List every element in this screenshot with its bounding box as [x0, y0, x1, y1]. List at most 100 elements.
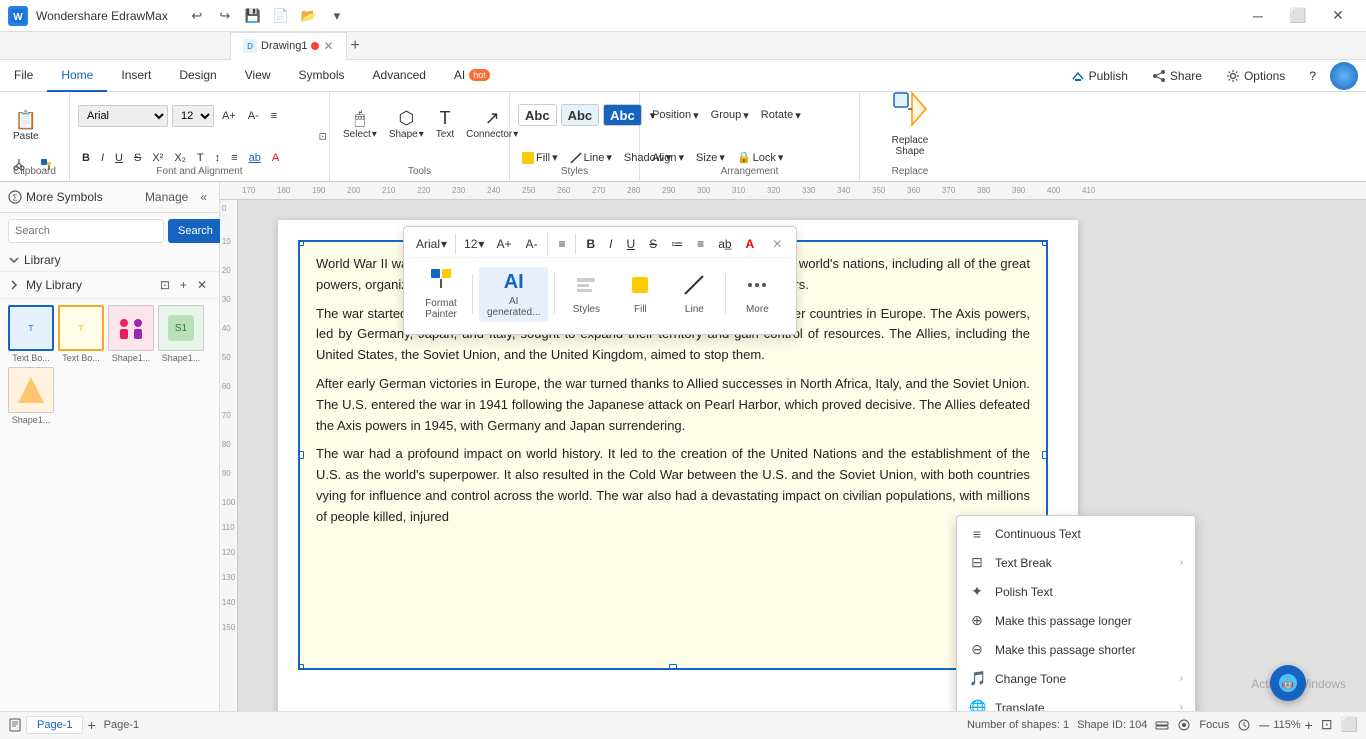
- ctx-make-shorter[interactable]: ⊖ Make this passage shorter: [957, 635, 1195, 664]
- resize-handle-mid-left[interactable]: [298, 451, 304, 459]
- shape-button[interactable]: ⬡ Shape ▾: [384, 96, 429, 152]
- format-painter-button[interactable]: FormatPainter: [416, 264, 466, 324]
- ctx-text-break[interactable]: ⊟ Text Break ›: [957, 548, 1195, 577]
- menu-tab-advanced[interactable]: Advanced: [359, 60, 440, 92]
- paste-button[interactable]: 📋 Paste: [8, 100, 44, 152]
- menu-tab-file[interactable]: File: [0, 60, 47, 92]
- fullscreen-button[interactable]: ⬜: [1341, 716, 1358, 733]
- styles-ft-button[interactable]: Styles: [561, 270, 611, 319]
- ft-italic-button[interactable]: I: [603, 233, 618, 255]
- publish-button[interactable]: Publish: [1061, 65, 1138, 87]
- sidebar-item-text-box-2[interactable]: T Text Bo...: [58, 305, 104, 363]
- resize-handle-top-right[interactable]: [1042, 240, 1048, 246]
- maximize-button[interactable]: ⬜: [1278, 0, 1318, 32]
- chat-assistant-button[interactable]: 🤖: [1270, 665, 1306, 701]
- close-button[interactable]: ✕: [1318, 0, 1358, 32]
- more-ft-button[interactable]: More: [732, 270, 782, 319]
- fill-ft-button[interactable]: Fill: [615, 270, 665, 319]
- font-size-select[interactable]: 10 11 12 14 16: [172, 105, 214, 127]
- polish-text-icon: ✦: [969, 583, 985, 600]
- zoom-out-button[interactable]: ─: [1259, 717, 1269, 733]
- font-size-increase-button[interactable]: A+: [218, 105, 240, 127]
- ai-generated-button[interactable]: AI AIgenerated...: [479, 267, 548, 322]
- ribbon-clipboard-group: 📋 Paste Clipboard: [0, 92, 70, 181]
- ft-align-button[interactable]: ≡: [552, 233, 571, 255]
- menu-tab-insert[interactable]: Insert: [107, 60, 165, 92]
- ctx-make-longer[interactable]: ⊕ Make this passage longer: [957, 606, 1195, 635]
- collapse-sidebar-button[interactable]: «: [196, 188, 211, 206]
- sidebar-item-shape-2[interactable]: S1 Shape1...: [158, 305, 204, 363]
- add-page-button[interactable]: +: [87, 717, 95, 733]
- ft-underline-button[interactable]: U: [620, 233, 641, 255]
- options-button[interactable]: Options: [1216, 65, 1295, 87]
- sidebar-item-shape-3[interactable]: Shape1...: [8, 367, 54, 425]
- ctx-change-tone[interactable]: 🎵 Change Tone ›: [957, 664, 1195, 693]
- ctx-translate[interactable]: 🌐 Translate ›: [957, 693, 1195, 711]
- translate-icon: 🌐: [969, 699, 985, 711]
- menubar: File Home Insert Design View Symbols Adv…: [0, 60, 1366, 92]
- select-button[interactable]: 🖱 Select ▾: [338, 96, 382, 152]
- library-expand-button[interactable]: ⊡: [156, 276, 174, 294]
- help-button[interactable]: ?: [1299, 65, 1326, 87]
- canvas-area[interactable]: 170 180 190 200 210 220 230 240 250 260 …: [220, 182, 1366, 711]
- library-add-button[interactable]: +: [176, 276, 191, 294]
- ft-font-increase-button[interactable]: A+: [490, 233, 517, 255]
- resize-handle-bot-center[interactable]: [669, 664, 677, 670]
- font-size-decrease-button[interactable]: A-: [244, 105, 263, 127]
- resize-handle-top-left[interactable]: [298, 240, 304, 246]
- menu-tab-design[interactable]: Design: [165, 60, 230, 92]
- search-button[interactable]: Search: [168, 219, 223, 243]
- ft-bold-button[interactable]: B: [580, 233, 601, 255]
- sidebar-item-shape-1[interactable]: Shape1...: [108, 305, 154, 363]
- style-abc-2-button[interactable]: Abc: [561, 104, 600, 126]
- current-page-tab[interactable]: Page-1: [26, 716, 83, 734]
- rotate-button[interactable]: Rotate ▾: [757, 104, 805, 126]
- menu-tab-symbols[interactable]: Symbols: [285, 60, 359, 92]
- menu-tab-view[interactable]: View: [231, 60, 285, 92]
- style-abc-1-button[interactable]: Abc: [518, 104, 557, 126]
- align-button[interactable]: ≡: [267, 105, 281, 127]
- ft-font-family-dropdown[interactable]: Arial ▾: [412, 235, 451, 253]
- new-button[interactable]: 📄: [268, 3, 294, 29]
- share-button[interactable]: Share: [1142, 65, 1212, 87]
- fit-page-button[interactable]: ⊡: [1321, 716, 1333, 733]
- undo-button[interactable]: ↩: [184, 3, 210, 29]
- replace-shape-button[interactable]: Replace Shape: [868, 96, 952, 152]
- ft-list-unordered-button[interactable]: ≡: [691, 233, 710, 255]
- minimize-button[interactable]: ─: [1238, 0, 1278, 32]
- resize-handle-mid-right[interactable]: [1042, 451, 1048, 459]
- ft-font-size-dropdown[interactable]: 12 ▾: [460, 235, 488, 253]
- text-button[interactable]: T Text: [431, 96, 459, 152]
- ft-text-underline-button[interactable]: ab̲: [712, 233, 737, 255]
- open-button[interactable]: 📂: [296, 3, 322, 29]
- manage-button[interactable]: Manage: [141, 188, 192, 206]
- ft-close-toolbar-button[interactable]: ✕: [766, 233, 788, 255]
- ctx-continuous-text[interactable]: ≡ Continuous Text: [957, 520, 1195, 548]
- line-ft-button[interactable]: Line: [669, 270, 719, 319]
- group-button[interactable]: Group ▾: [707, 104, 753, 126]
- redo-button[interactable]: ↪: [212, 3, 238, 29]
- quick-access-button[interactable]: ▾: [324, 3, 350, 29]
- resize-handle-bot-left[interactable]: [298, 664, 304, 670]
- sidebar-item-text-box-1[interactable]: T Text Bo...: [8, 305, 54, 363]
- font-group-expand[interactable]: ⊡: [319, 131, 327, 142]
- ft-strikethrough-button[interactable]: S: [643, 233, 663, 255]
- user-avatar[interactable]: [1330, 62, 1358, 90]
- ft-font-decrease-button[interactable]: A-: [519, 233, 543, 255]
- position-button[interactable]: Position ▾: [648, 104, 703, 126]
- search-input[interactable]: [8, 219, 164, 243]
- ft-list-ordered-button[interactable]: ≔: [665, 233, 689, 255]
- close-drawing-btn[interactable]: ✕: [323, 39, 333, 53]
- ribbon-styles-group: Abc Abc Abc ▾ Fill ▾ Line ▾ Shadow ▾ Sty…: [510, 92, 640, 181]
- add-drawing-button[interactable]: +: [351, 37, 360, 55]
- font-family-select[interactable]: Arial Calibri Times New Roman: [78, 105, 168, 127]
- zoom-in-button[interactable]: +: [1305, 717, 1313, 733]
- drawing1-tab[interactable]: D Drawing1 ✕: [230, 32, 347, 60]
- library-close-button[interactable]: ✕: [193, 276, 211, 294]
- menu-tab-home[interactable]: Home: [47, 60, 107, 92]
- ft-text-color-button[interactable]: A: [740, 233, 761, 255]
- save-button[interactable]: 💾: [240, 3, 266, 29]
- ctx-polish-text[interactable]: ✦ Polish Text: [957, 577, 1195, 606]
- style-abc-3-button[interactable]: Abc: [603, 104, 642, 126]
- menu-tab-ai[interactable]: AI hot: [440, 60, 504, 92]
